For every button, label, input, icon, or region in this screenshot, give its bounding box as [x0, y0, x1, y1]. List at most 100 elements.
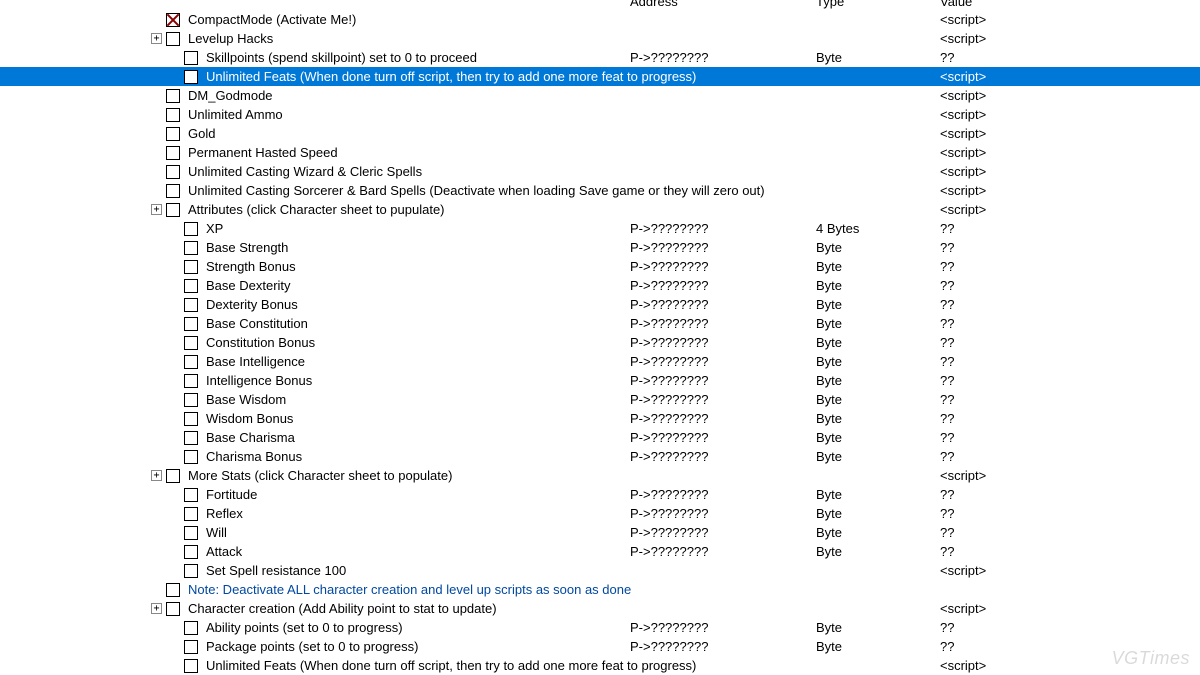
row-type[interactable]: Byte	[816, 371, 940, 390]
row-description[interactable]: Base Strength	[198, 238, 630, 257]
row-checkbox[interactable]	[184, 659, 198, 673]
row-value[interactable]: <script>	[940, 124, 1120, 143]
table-row[interactable]: Base IntelligenceP->????????Byte??	[0, 352, 1200, 371]
table-row[interactable]: Base StrengthP->????????Byte??	[0, 238, 1200, 257]
row-address[interactable]: P->????????	[630, 276, 816, 295]
row-description[interactable]: CompactMode (Activate Me!)	[180, 10, 630, 29]
row-checkbox[interactable]	[184, 450, 198, 464]
table-row[interactable]: +More Stats (click Character sheet to po…	[0, 466, 1200, 485]
row-description[interactable]: Intelligence Bonus	[198, 371, 630, 390]
row-description[interactable]: DM_Godmode	[180, 86, 630, 105]
row-checkbox[interactable]	[184, 640, 198, 654]
row-checkbox[interactable]	[166, 184, 180, 198]
row-value[interactable]: <script>	[940, 656, 1120, 675]
row-value[interactable]: <script>	[940, 466, 1120, 485]
row-description[interactable]: Unlimited Ammo	[180, 105, 630, 124]
row-description[interactable]: Character creation (Add Ability point to…	[180, 599, 630, 618]
cheat-table[interactable]: Address Type Value CompactMode (Activate…	[0, 0, 1200, 675]
row-checkbox[interactable]	[184, 336, 198, 350]
row-value[interactable]: <script>	[940, 200, 1120, 219]
expand-icon[interactable]: +	[151, 603, 162, 614]
row-description[interactable]: Note: Deactivate ALL character creation …	[180, 580, 940, 599]
row-value[interactable]: <script>	[940, 86, 1120, 105]
row-type[interactable]: Byte	[816, 276, 940, 295]
row-value[interactable]: <script>	[940, 561, 1120, 580]
row-address[interactable]: P->????????	[630, 352, 816, 371]
row-address[interactable]: P->????????	[630, 447, 816, 466]
row-checkbox[interactable]	[184, 545, 198, 559]
row-description[interactable]: Unlimited Feats (When done turn off scri…	[198, 67, 940, 86]
row-description[interactable]: Package points (set to 0 to progress)	[198, 637, 630, 656]
row-checkbox[interactable]	[184, 317, 198, 331]
row-value[interactable]: ??	[940, 276, 1120, 295]
row-address[interactable]: P->????????	[630, 637, 816, 656]
row-address[interactable]: P->????????	[630, 504, 816, 523]
row-checkbox[interactable]	[166, 203, 180, 217]
row-address[interactable]: P->????????	[630, 390, 816, 409]
row-type[interactable]: Byte	[816, 637, 940, 656]
row-value[interactable]: ??	[940, 409, 1120, 428]
row-description[interactable]: Unlimited Casting Sorcerer & Bard Spells…	[180, 181, 940, 200]
row-checkbox[interactable]	[166, 13, 180, 27]
row-checkbox[interactable]	[184, 279, 198, 293]
row-type[interactable]: Byte	[816, 295, 940, 314]
row-value[interactable]: ??	[940, 314, 1120, 333]
table-row[interactable]: Base WisdomP->????????Byte??	[0, 390, 1200, 409]
row-description[interactable]: Unlimited Casting Wizard & Cleric Spells	[180, 162, 630, 181]
table-row[interactable]: Base CharismaP->????????Byte??	[0, 428, 1200, 447]
row-checkbox[interactable]	[184, 412, 198, 426]
row-address[interactable]: P->????????	[630, 409, 816, 428]
row-value[interactable]: <script>	[940, 162, 1120, 181]
table-row[interactable]: XPP->????????4 Bytes??	[0, 219, 1200, 238]
row-description[interactable]: Dexterity Bonus	[198, 295, 630, 314]
table-row[interactable]: Wisdom BonusP->????????Byte??	[0, 409, 1200, 428]
expand-icon[interactable]: +	[151, 33, 162, 44]
row-checkbox[interactable]	[166, 32, 180, 46]
row-value[interactable]: ??	[940, 257, 1120, 276]
table-row[interactable]: Unlimited Ammo<script>	[0, 105, 1200, 124]
row-type[interactable]: Byte	[816, 48, 940, 67]
row-description[interactable]: Ability points (set to 0 to progress)	[198, 618, 630, 637]
row-checkbox[interactable]	[184, 260, 198, 274]
row-value[interactable]: ??	[940, 238, 1120, 257]
row-checkbox[interactable]	[166, 469, 180, 483]
row-description[interactable]: Levelup Hacks	[180, 29, 630, 48]
row-address[interactable]: P->????????	[630, 48, 816, 67]
row-value[interactable]: <script>	[940, 29, 1120, 48]
row-type[interactable]: Byte	[816, 257, 940, 276]
row-value[interactable]: <script>	[940, 599, 1120, 618]
row-type[interactable]: Byte	[816, 238, 940, 257]
table-row[interactable]: Strength BonusP->????????Byte??	[0, 257, 1200, 276]
row-checkbox[interactable]	[184, 51, 198, 65]
table-row[interactable]: Note: Deactivate ALL character creation …	[0, 580, 1200, 599]
row-address[interactable]: P->????????	[630, 333, 816, 352]
table-row[interactable]: Charisma BonusP->????????Byte??	[0, 447, 1200, 466]
row-checkbox[interactable]	[184, 526, 198, 540]
row-description[interactable]: Set Spell resistance 100	[198, 561, 630, 580]
table-row[interactable]: Permanent Hasted Speed<script>	[0, 143, 1200, 162]
table-row[interactable]: CompactMode (Activate Me!)<script>	[0, 10, 1200, 29]
table-row[interactable]: Set Spell resistance 100 <script>	[0, 561, 1200, 580]
row-value[interactable]: <script>	[940, 67, 1120, 86]
row-description[interactable]: Base Constitution	[198, 314, 630, 333]
row-description[interactable]: Unlimited Feats (When done turn off scri…	[198, 656, 940, 675]
row-address[interactable]: P->????????	[630, 295, 816, 314]
table-row[interactable]: FortitudeP->????????Byte??	[0, 485, 1200, 504]
expand-icon[interactable]: +	[151, 204, 162, 215]
table-row[interactable]: Unlimited Casting Sorcerer & Bard Spells…	[0, 181, 1200, 200]
row-type[interactable]: Byte	[816, 352, 940, 371]
row-checkbox[interactable]	[184, 70, 198, 84]
row-type[interactable]: Byte	[816, 523, 940, 542]
row-address[interactable]: P->????????	[630, 485, 816, 504]
row-checkbox[interactable]	[184, 488, 198, 502]
row-description[interactable]: Will	[198, 523, 630, 542]
row-checkbox[interactable]	[184, 621, 198, 635]
row-checkbox[interactable]	[184, 393, 198, 407]
row-checkbox[interactable]	[184, 507, 198, 521]
row-address[interactable]: P->????????	[630, 428, 816, 447]
table-row[interactable]: WillP->????????Byte??	[0, 523, 1200, 542]
row-checkbox[interactable]	[184, 222, 198, 236]
table-row[interactable]: Unlimited Feats (When done turn off scri…	[0, 67, 1200, 86]
row-checkbox[interactable]	[166, 602, 180, 616]
table-row[interactable]: Ability points (set to 0 to progress)P->…	[0, 618, 1200, 637]
